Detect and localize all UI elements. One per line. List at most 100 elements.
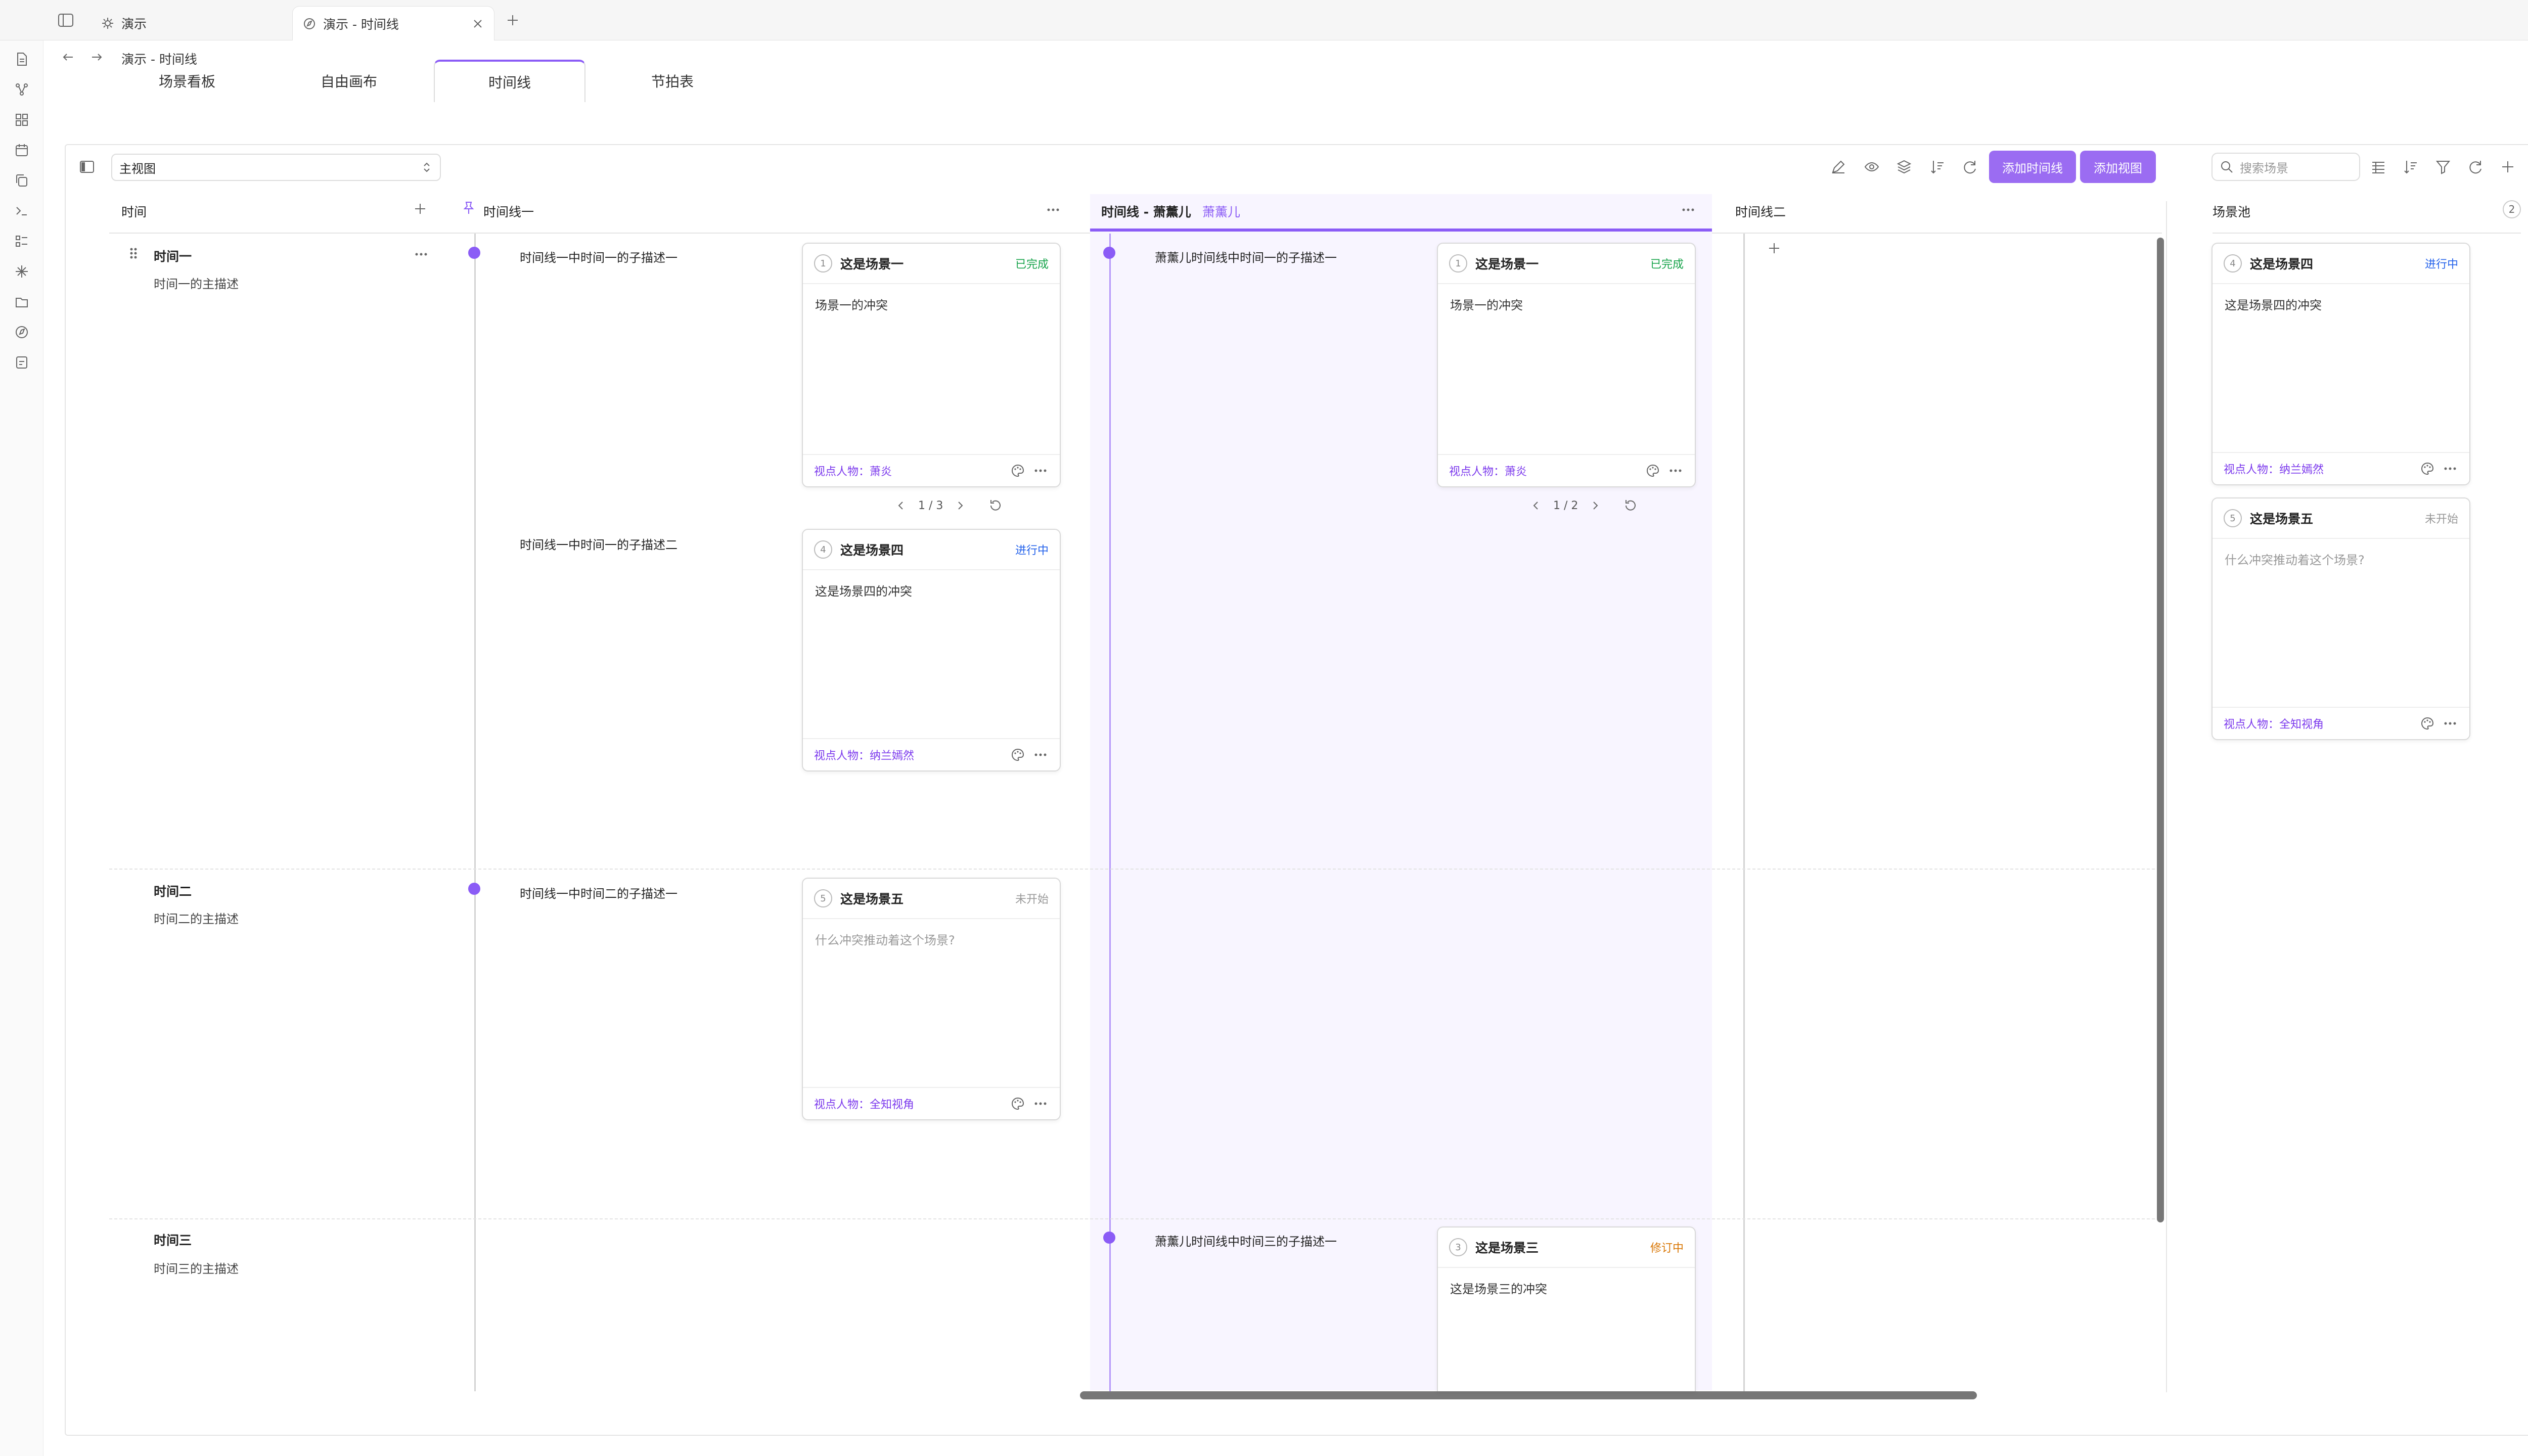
card-more-icon[interactable] <box>1032 463 1049 478</box>
card-more-icon[interactable] <box>2442 461 2458 476</box>
layers-icon[interactable] <box>1896 159 1912 175</box>
pool-divider <box>2166 201 2167 1392</box>
timeline2-line <box>1743 234 1745 1391</box>
add-scene-timeline2-icon[interactable] <box>1767 241 1782 256</box>
status-badge: 已完成 <box>1015 258 1049 271</box>
eye-icon[interactable] <box>1864 159 1880 175</box>
scene-card[interactable]: 4 这是场景四 进行中 这是场景四的冲突 视点人物：纳兰嫣然 <box>802 529 1061 771</box>
table-icon[interactable] <box>2370 159 2386 175</box>
tab-timeline[interactable]: 演示 - 时间线 <box>292 6 494 40</box>
timeline1-more-icon[interactable] <box>1045 202 1062 217</box>
scene-card[interactable]: 3 这是场景三 修订中 这是场景三的冲突 <box>1437 1226 1696 1391</box>
calendar-icon[interactable] <box>14 143 29 158</box>
refresh-pool-icon[interactable] <box>2467 159 2484 175</box>
pov-label: 视点人物：萧炎 <box>814 466 892 478</box>
graph-icon[interactable] <box>14 82 29 97</box>
scene-card[interactable]: 1 这是场景一 已完成 场景一的冲突 视点人物：萧炎 <box>1437 243 1696 487</box>
view-tab-beat-sheet[interactable]: 节拍表 <box>612 60 733 102</box>
scene-conflict: 这是场景三的冲突 <box>1450 1282 1547 1296</box>
sidebar-toggle-icon[interactable] <box>57 11 75 29</box>
card-more-icon[interactable] <box>1032 747 1049 762</box>
pool-scene-card[interactable]: 5 这是场景五 未开始 什么冲突推动着这个场景? 视点人物：全知视角 <box>2211 497 2470 740</box>
time-more-icon[interactable] <box>413 247 430 262</box>
terminal-icon[interactable] <box>14 203 29 218</box>
folder-icon[interactable] <box>14 294 29 309</box>
chevron-left-icon[interactable] <box>1530 499 1542 512</box>
card-more-icon[interactable] <box>2442 716 2458 731</box>
grid-icon[interactable] <box>14 112 29 127</box>
scene-pager: 1 / 2 <box>1530 498 1638 513</box>
timeline-xiao-line <box>1109 234 1111 1391</box>
star-icon[interactable] <box>14 264 29 279</box>
gear-icon <box>101 17 114 30</box>
reset-icon[interactable] <box>988 498 1003 513</box>
chevron-right-icon[interactable] <box>1589 499 1601 512</box>
compass-nav-icon[interactable] <box>14 325 29 340</box>
sub-description: 萧薰儿时间线中时间一的子描述一 <box>1155 251 1337 265</box>
scene-card[interactable]: 5 这是场景五 未开始 什么冲突推动着这个场景? 视点人物：全知视角 <box>802 878 1061 1120</box>
edit-icon[interactable] <box>1830 159 1846 175</box>
chevron-updown-icon <box>421 161 433 173</box>
add-timeline-button[interactable]: 添加时间线 <box>1989 151 2076 183</box>
add-scene-icon[interactable] <box>2500 159 2516 175</box>
new-tab-icon[interactable] <box>505 12 521 28</box>
chevron-down-icon[interactable] <box>2526 13 2528 27</box>
chevron-right-icon[interactable] <box>954 499 966 512</box>
status-badge: 修订中 <box>1650 1242 1684 1255</box>
document-icon[interactable] <box>14 355 29 370</box>
search-input[interactable]: 搜索场景 <box>2211 153 2360 181</box>
timeline-dot <box>1103 1232 1115 1244</box>
refresh-icon[interactable] <box>1962 159 1978 175</box>
scene-title: 这是场景四 <box>840 543 904 558</box>
reset-icon[interactable] <box>1623 498 1638 513</box>
drag-handle-icon[interactable] <box>128 246 139 261</box>
scene-title: 这是场景五 <box>840 892 904 906</box>
pov-label: 视点人物：萧炎 <box>1449 466 1527 478</box>
timeline-xiao-more-icon[interactable] <box>1680 202 1697 217</box>
palette-icon[interactable] <box>1010 463 1025 478</box>
sort-pool-icon[interactable] <box>2403 159 2419 175</box>
close-icon[interactable] <box>472 18 484 30</box>
timeline-dot <box>468 883 480 895</box>
forward-arrow-icon[interactable] <box>89 50 104 65</box>
horizontal-scrollbar[interactable] <box>1080 1391 1977 1399</box>
view-tab-free-canvas[interactable]: 自由画布 <box>288 60 410 102</box>
time-title: 时间一 <box>154 249 192 264</box>
time-desc: 时间一的主描述 <box>154 277 239 291</box>
compass-icon <box>303 17 316 30</box>
palette-icon[interactable] <box>2420 461 2435 476</box>
view-tab-timeline[interactable]: 时间线 <box>434 60 585 102</box>
status-badge: 未开始 <box>1015 893 1049 906</box>
file-icon[interactable] <box>14 52 29 67</box>
palette-icon[interactable] <box>1645 463 1660 478</box>
pin-icon[interactable] <box>461 200 476 215</box>
column-header-time: 时间 <box>121 205 147 219</box>
palette-icon[interactable] <box>1010 747 1025 762</box>
chevron-left-icon[interactable] <box>895 499 907 512</box>
scene-card[interactable]: 1 这是场景一 已完成 场景一的冲突 视点人物：萧炎 <box>802 243 1061 487</box>
add-time-icon[interactable] <box>413 201 428 216</box>
filter-icon[interactable] <box>2435 159 2451 175</box>
card-more-icon[interactable] <box>1032 1096 1049 1111</box>
tab-bar: 演示 演示 - 时间线 <box>0 0 2528 40</box>
scene-number: 1 <box>814 254 832 272</box>
view-tab-scene-board[interactable]: 场景看板 <box>126 60 248 102</box>
sub-description: 萧薰儿时间线中时间三的子描述一 <box>1155 1235 1337 1249</box>
scene-title: 这是场景一 <box>840 257 904 271</box>
scene-number: 4 <box>2224 254 2242 272</box>
column-header-timeline2: 时间线二 <box>1735 205 1786 219</box>
list-icon[interactable] <box>14 234 29 249</box>
palette-icon[interactable] <box>2420 716 2435 731</box>
copy-icon[interactable] <box>14 173 29 188</box>
tab-demo[interactable]: 演示 <box>91 6 157 40</box>
palette-icon[interactable] <box>1010 1096 1025 1111</box>
panel-toggle-icon[interactable] <box>79 159 95 175</box>
back-arrow-icon[interactable] <box>61 50 76 65</box>
pool-scene-card[interactable]: 4 这是场景四 进行中 这是场景四的冲突 视点人物：纳兰嫣然 <box>2211 243 2470 485</box>
view-select[interactable]: 主视图 <box>111 154 441 181</box>
card-more-icon[interactable] <box>1667 463 1684 478</box>
add-view-button[interactable]: 添加视图 <box>2080 151 2156 183</box>
row-divider <box>109 1218 2155 1219</box>
sort-icon[interactable] <box>1929 159 1946 175</box>
vertical-scrollbar[interactable] <box>2157 238 2164 1222</box>
